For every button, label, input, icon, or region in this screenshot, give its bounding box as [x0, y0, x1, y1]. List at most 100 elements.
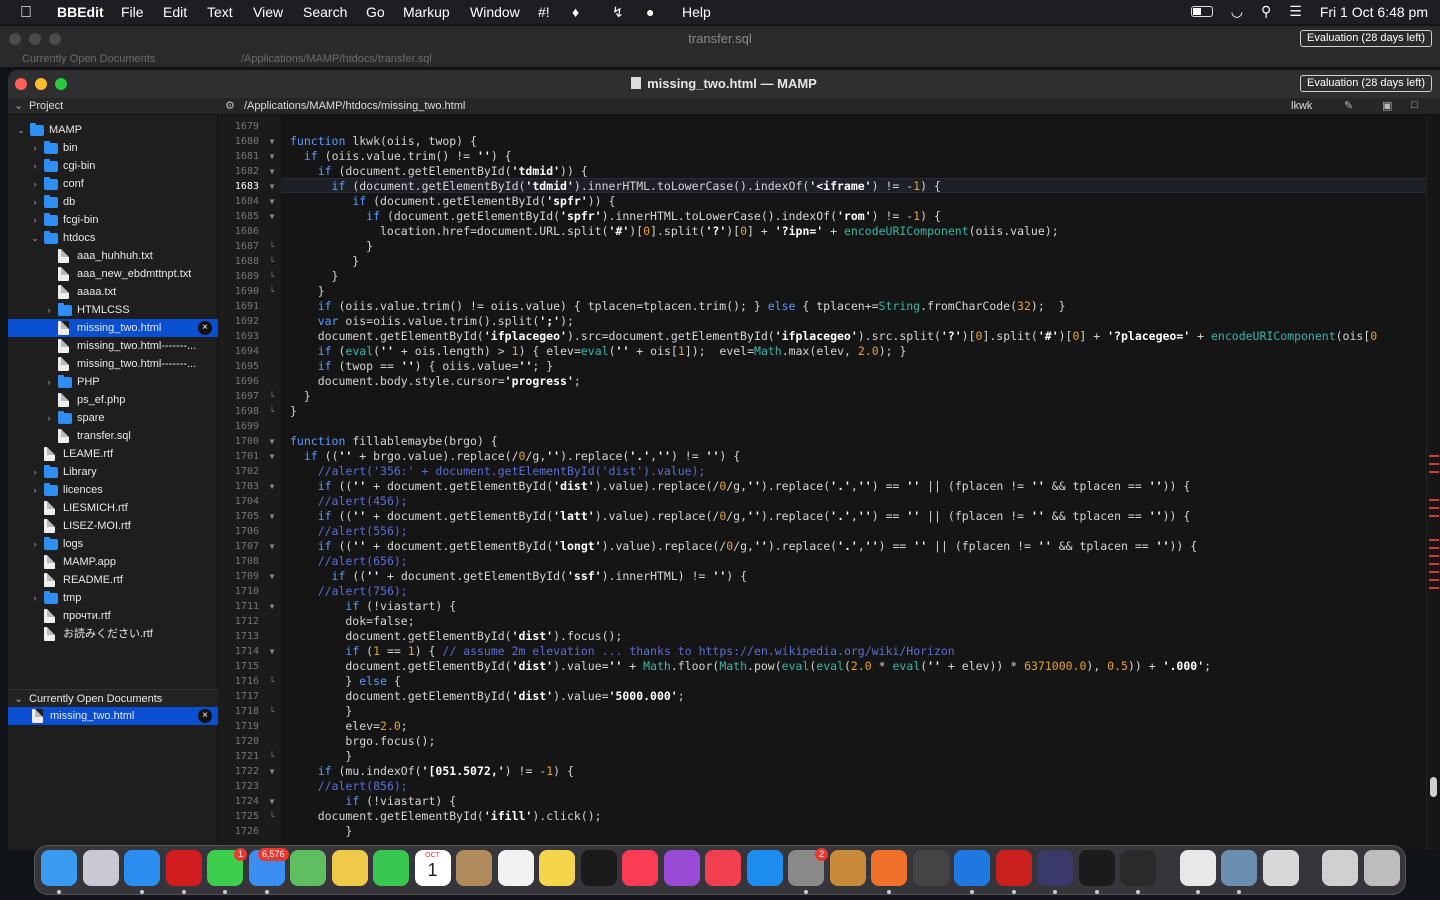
search-icon[interactable]: ⚲: [1261, 3, 1271, 20]
messages-icon[interactable]: 1: [207, 848, 247, 886]
chevron-right-icon[interactable]: ›: [30, 157, 40, 175]
open-docs-header[interactable]: ⌄ Currently Open Documents: [8, 689, 218, 707]
chevron-right-icon[interactable]: ›: [30, 139, 40, 157]
counterpart-icon[interactable]: ▣: [1382, 99, 1392, 112]
apple-menu-icon[interactable]: : [20, 4, 32, 22]
tree-item[interactable]: › db: [8, 193, 218, 211]
tree-item[interactable]: aaa_huhhuh.txt: [8, 247, 218, 265]
open-doc-item[interactable]: missing_two.html ×: [8, 707, 218, 725]
menu-markup[interactable]: Markup: [403, 4, 450, 20]
mamp-icon[interactable]: [1120, 850, 1156, 886]
chevron-right-icon[interactable]: ›: [44, 409, 54, 427]
editor-scrollbar[interactable]: [1426, 115, 1440, 850]
tree-item[interactable]: missing_two.html-------...: [8, 355, 218, 373]
menu-window[interactable]: Window: [470, 4, 520, 20]
menu-shebang[interactable]: #!: [538, 4, 550, 20]
menu-search[interactable]: Search: [303, 4, 347, 20]
chevron-down-icon[interactable]: ⌄: [14, 99, 23, 112]
tree-item[interactable]: LIESMICH.rtf: [8, 499, 218, 517]
tree-item[interactable]: README.rtf: [8, 571, 218, 589]
finder-icon[interactable]: [41, 850, 77, 886]
fold-triangle-icon[interactable]: ▼: [267, 194, 277, 209]
back-evaluation-button[interactable]: Evaluation (28 days left): [1299, 30, 1432, 47]
chevron-right-icon[interactable]: ›: [30, 589, 40, 607]
launchpad-icon[interactable]: [82, 850, 119, 886]
fold-triangle-icon[interactable]: ▼: [267, 599, 277, 614]
clock[interactable]: Fri 1 Oct 6:48 pm: [1320, 4, 1428, 20]
control-center-icon[interactable]: ☰: [1289, 3, 1302, 20]
facetime-icon[interactable]: [373, 850, 409, 886]
pencil-icon[interactable]: ✎: [1344, 99, 1353, 112]
fold-triangle-icon[interactable]: ▼: [267, 764, 277, 779]
menu-help[interactable]: Help: [682, 4, 711, 20]
document-info-icon[interactable]: □: [1411, 99, 1418, 111]
calendar-icon[interactable]: OCT 1: [414, 850, 451, 886]
tree-item[interactable]: aaaa.txt: [8, 283, 218, 301]
news-icon[interactable]: [705, 850, 741, 886]
terminal-icon[interactable]: [1078, 850, 1115, 886]
tree-item[interactable]: › HTMLCSS: [8, 301, 218, 319]
trash-icon[interactable]: [1363, 850, 1400, 886]
xcode-icon[interactable]: [954, 850, 990, 886]
paintbrush-icon[interactable]: [829, 850, 866, 886]
notes-icon[interactable]: [539, 850, 575, 886]
tree-item[interactable]: aaa_new_ebdmttnpt.txt: [8, 265, 218, 283]
tree-item[interactable]: прочти.rtf: [8, 607, 218, 625]
app-store-icon[interactable]: [746, 850, 783, 886]
calculator-icon[interactable]: [912, 850, 949, 886]
fold-triangle-icon[interactable]: ▼: [267, 434, 277, 449]
tree-item[interactable]: › PHP: [8, 373, 218, 391]
tree-item[interactable]: ⌄ htdocs: [8, 229, 218, 247]
downloads-icon[interactable]: [1322, 850, 1358, 886]
function-popup[interactable]: lkwk: [1291, 100, 1312, 112]
fold-triangle-icon[interactable]: ▼: [267, 149, 277, 164]
safari-icon[interactable]: [124, 850, 160, 886]
script-editor-icon[interactable]: [1262, 850, 1299, 886]
gear-icon[interactable]: ⚙: [225, 99, 235, 112]
tree-item[interactable]: › fcgi-bin: [8, 211, 218, 229]
fold-triangle-icon[interactable]: ▼: [267, 479, 277, 494]
photos-icon[interactable]: [331, 850, 368, 886]
fold-triangle-icon[interactable]: ▼: [267, 569, 277, 584]
fold-triangle-icon[interactable]: ▼: [267, 794, 277, 809]
tree-item[interactable]: › cgi-bin: [8, 157, 218, 175]
tree-item[interactable]: › licences: [8, 481, 218, 499]
menu-file[interactable]: File: [121, 4, 144, 20]
fold-end-icon[interactable]: └: [267, 809, 277, 824]
evaluation-button[interactable]: Evaluation (28 days left): [1299, 75, 1432, 92]
fold-end-icon[interactable]: └: [267, 254, 277, 269]
project-label[interactable]: Project: [29, 100, 63, 112]
tree-item[interactable]: MAMP.app: [8, 553, 218, 571]
file-path[interactable]: /Applications/MAMP/htdocs/missing_two.ht…: [244, 100, 465, 112]
tree-item[interactable]: › bin: [8, 139, 218, 157]
maps-icon[interactable]: [290, 850, 326, 886]
fold-end-icon[interactable]: └: [267, 239, 277, 254]
fold-end-icon[interactable]: └: [267, 704, 277, 719]
chevron-down-icon[interactable]: ⌄: [30, 229, 40, 247]
tree-item[interactable]: ps_ef.php: [8, 391, 218, 409]
wifi-icon[interactable]: ◡: [1231, 3, 1243, 20]
fold-end-icon[interactable]: └: [267, 674, 277, 689]
fold-triangle-icon[interactable]: ▼: [267, 539, 277, 554]
reminders-icon[interactable]: [497, 850, 534, 886]
mail-icon[interactable]: 6,576: [248, 848, 289, 886]
podcasts-icon[interactable]: [663, 850, 700, 886]
tree-item[interactable]: missing_two.html ×: [8, 319, 218, 337]
menu-text[interactable]: Text: [207, 4, 233, 20]
chrome-icon[interactable]: [1179, 850, 1216, 886]
contacts-icon[interactable]: [456, 850, 492, 886]
close-document-icon[interactable]: ×: [198, 709, 212, 723]
fold-end-icon[interactable]: └: [267, 749, 277, 764]
chevron-right-icon[interactable]: ›: [30, 535, 40, 553]
tree-item[interactable]: transfer.sql: [8, 427, 218, 445]
chevron-down-icon[interactable]: ⌄: [16, 121, 26, 139]
tree-item[interactable]: › logs: [8, 535, 218, 553]
firefox-icon[interactable]: [871, 850, 907, 886]
chevron-right-icon[interactable]: ›: [30, 211, 40, 229]
tree-item[interactable]: missing_two.html-------...: [8, 337, 218, 355]
system-preferences-icon[interactable]: 2: [788, 848, 828, 886]
chevron-right-icon[interactable]: ›: [30, 481, 40, 499]
tree-item[interactable]: お読みください.rtf: [8, 625, 218, 643]
tree-item[interactable]: › conf: [8, 175, 218, 193]
tree-item[interactable]: › Library: [8, 463, 218, 481]
